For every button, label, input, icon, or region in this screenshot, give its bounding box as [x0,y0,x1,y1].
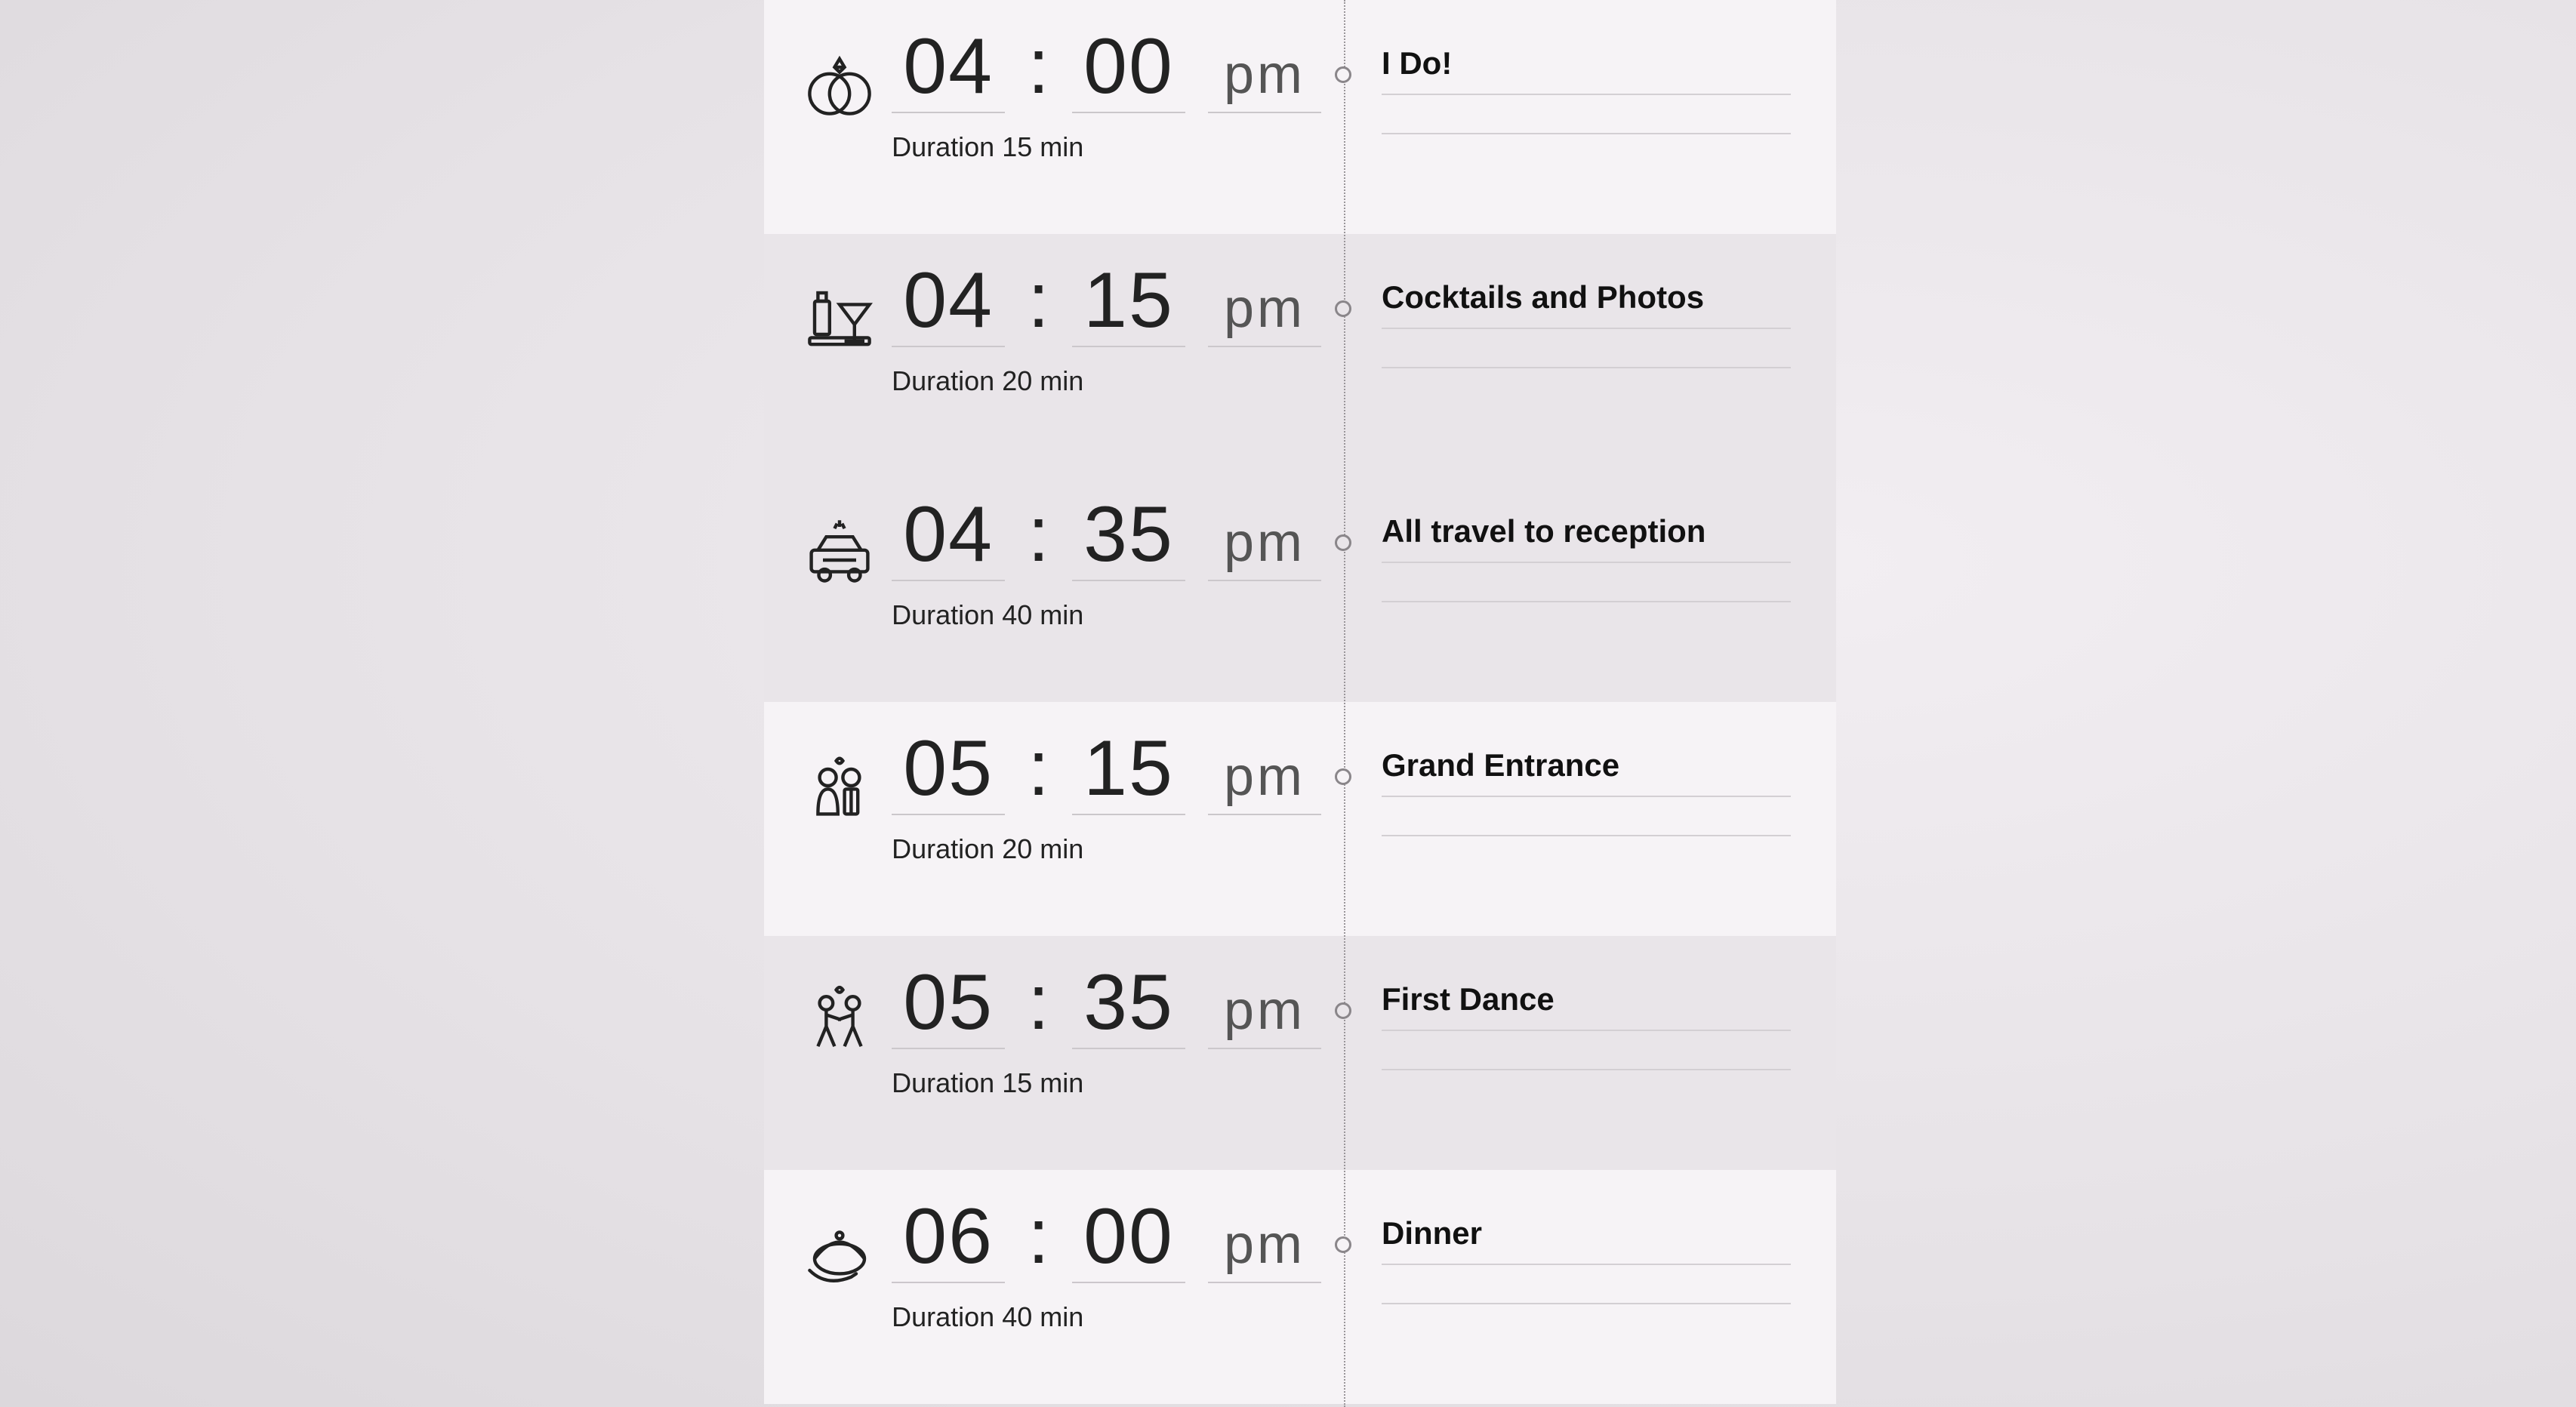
event-time-hour: 04 [892,495,1005,581]
event-left: 06:00 pm Duration 40 min [764,1170,1344,1356]
event-right: Cocktails and Photos [1344,234,1836,391]
event-time-wrap: 06:00 pm Duration 40 min [884,1197,1321,1333]
duration-value: 20 min [1002,365,1083,396]
event-underline [1382,601,1791,602]
event-title: All travel to reception [1382,513,1791,563]
event-time-minute: 35 [1072,963,1185,1049]
duration-prefix: Duration [892,1067,994,1098]
timeline-axis [1344,0,1345,1407]
time-colon: : [1028,963,1049,1042]
event-duration: Duration 15 min [892,1067,1321,1099]
event-time-wrap: 04:35 pm Duration 40 min [884,495,1321,631]
event-right: I Do! [1344,0,1836,157]
event-title: Cocktails and Photos [1382,279,1791,329]
duration-value: 15 min [1002,131,1083,162]
event-time-hour: 05 [892,729,1005,815]
timeline-marker [1335,300,1351,317]
event-title: First Dance [1382,981,1791,1031]
event-underline [1382,1069,1791,1070]
duration-value: 40 min [1002,599,1083,630]
duration-prefix: Duration [892,1301,994,1332]
event-duration: Duration 20 min [892,833,1321,865]
event-time-ampm: pm [1208,278,1321,347]
event-title: Dinner [1382,1215,1791,1265]
event-time-minute: 00 [1072,1197,1185,1283]
dinner-icon [794,1197,884,1295]
event-time-row: 04:35 pm [892,495,1321,581]
event-time-row: 06:00 pm [892,1197,1321,1283]
event-time-wrap: 05:35 pm Duration 15 min [884,963,1321,1099]
event-time-ampm: pm [1208,44,1321,113]
duration-value: 40 min [1002,1301,1083,1332]
event-left: 04:35 pm Duration 40 min [764,468,1344,654]
event-time-minute: 15 [1072,729,1185,815]
timeline-event: 04:00 pm Duration 15 min I Do! [764,0,1836,234]
event-time-row: 04:00 pm [892,27,1321,113]
timeline-event: 05:15 pm Duration 20 min Grand Entrance [764,702,1836,936]
event-time-hour: 06 [892,1197,1005,1283]
event-right: All travel to reception [1344,468,1836,625]
timeline-event: 04:35 pm Duration 40 min All travel to rece… [764,468,1836,702]
timeline-event: 04:15 pm Duration 20 min Cocktails and Phot… [764,234,1836,468]
event-title: Grand Entrance [1382,747,1791,797]
time-colon: : [1028,729,1049,808]
event-title: I Do! [1382,45,1791,95]
event-right: Grand Entrance [1344,702,1836,859]
drinks-icon [794,261,884,359]
event-left: 05:15 pm Duration 20 min [764,702,1344,888]
event-time-ampm: pm [1208,746,1321,815]
duration-prefix: Duration [892,833,994,864]
event-duration: Duration 40 min [892,1301,1321,1333]
event-underline [1382,1303,1791,1304]
timeline-event: 06:00 pm Duration 40 min Dinner [764,1170,1836,1404]
event-time-wrap: 04:00 pm Duration 15 min [884,27,1321,163]
car-icon [794,495,884,593]
event-time-ampm: pm [1208,512,1321,581]
event-time-ampm: pm [1208,980,1321,1049]
event-underline [1382,367,1791,368]
event-right: First Dance [1344,936,1836,1093]
event-time-wrap: 04:15 pm Duration 20 min [884,261,1321,397]
event-time-hour: 04 [892,261,1005,347]
timeline-marker [1335,534,1351,551]
stage: 04:00pmDuration 15 minI Do! 04:15pmDurat… [0,0,2576,1407]
duration-value: 15 min [1002,1067,1083,1098]
event-underline [1382,835,1791,836]
time-colon: : [1028,495,1049,574]
timeline-card: 04:00pmDuration 15 minI Do! 04:15pmDurat… [764,0,1836,1404]
event-time-row: 05:15 pm [892,729,1321,815]
time-colon: : [1028,261,1049,340]
event-underline [1382,133,1791,134]
duration-prefix: Duration [892,599,994,630]
event-time-ampm: pm [1208,1214,1321,1283]
event-time-row: 05:35 pm [892,963,1321,1049]
event-left: 04:00 pm Duration 15 min [764,0,1344,186]
event-time-hour: 05 [892,963,1005,1049]
timeline-event: 05:35 pm Duration 15 min First Dance [764,936,1836,1170]
dance-icon [794,963,884,1061]
event-left: 04:15 pm Duration 20 min [764,234,1344,420]
time-colon: : [1028,27,1049,106]
event-duration: Duration 15 min [892,131,1321,163]
timeline-marker [1335,1002,1351,1019]
event-left: 05:35 pm Duration 15 min [764,936,1344,1122]
event-time-minute: 15 [1072,261,1185,347]
event-right: Dinner [1344,1170,1836,1327]
duration-prefix: Duration [892,365,994,396]
event-time-wrap: 05:15 pm Duration 20 min [884,729,1321,865]
event-duration: Duration 40 min [892,599,1321,631]
duration-value: 20 min [1002,833,1083,864]
event-time-minute: 00 [1072,27,1185,113]
event-time-row: 04:15 pm [892,261,1321,347]
couple-icon [794,729,884,827]
time-colon: : [1028,1197,1049,1276]
duration-prefix: Duration [892,131,994,162]
event-time-minute: 35 [1072,495,1185,581]
timeline-marker [1335,66,1351,83]
timeline-marker [1335,768,1351,785]
event-duration: Duration 20 min [892,365,1321,397]
rings-icon [794,27,884,125]
event-time-hour: 04 [892,27,1005,113]
timeline-marker [1335,1236,1351,1253]
